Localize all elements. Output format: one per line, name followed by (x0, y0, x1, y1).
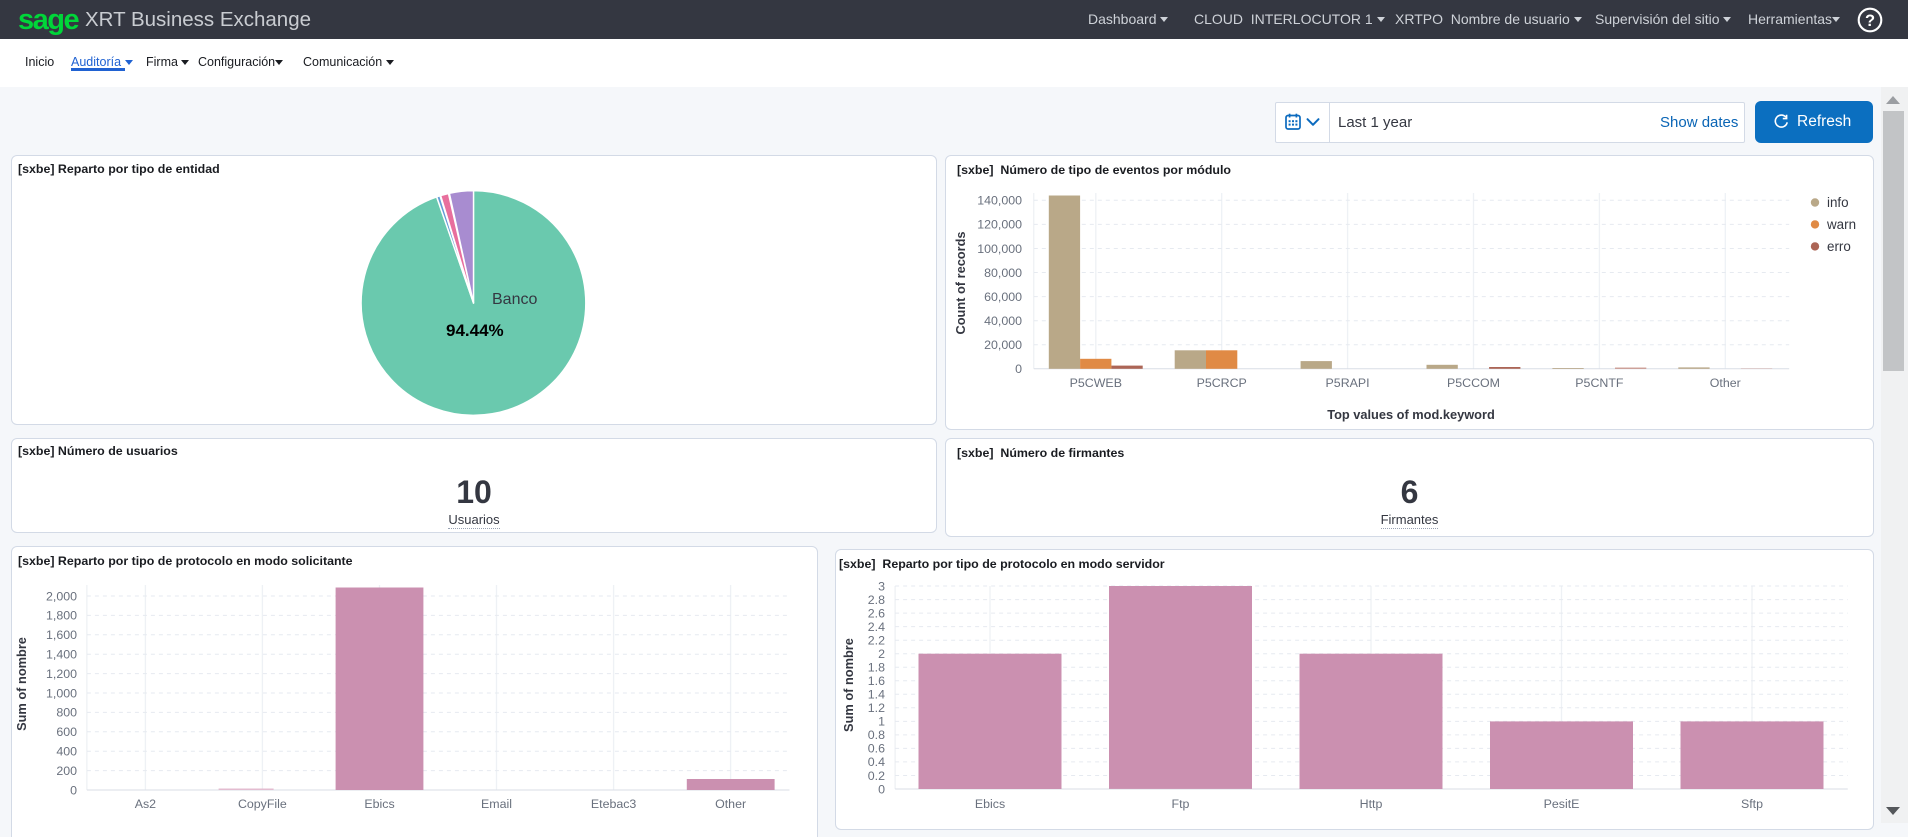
svg-text:140,000: 140,000 (977, 194, 1022, 208)
svg-text:2,000: 2,000 (46, 589, 77, 603)
svg-text:1.8: 1.8 (868, 661, 885, 675)
svg-text:1.4: 1.4 (868, 688, 885, 702)
svg-text:60,000: 60,000 (984, 290, 1022, 304)
svg-text:erro: erro (1827, 239, 1851, 254)
svg-text:2.8: 2.8 (868, 593, 885, 607)
svg-text:1: 1 (878, 715, 885, 729)
svg-text:As2: As2 (135, 797, 156, 811)
svg-text:1,200: 1,200 (46, 667, 77, 681)
svg-text:1,600: 1,600 (46, 628, 77, 642)
svg-text:2.4: 2.4 (868, 620, 885, 634)
svg-text:0.4: 0.4 (868, 755, 885, 769)
svg-text:1.6: 1.6 (868, 674, 885, 688)
svg-text:Ebics: Ebics (364, 797, 394, 811)
svg-text:PesitE: PesitE (1544, 797, 1580, 811)
svg-text:Http: Http (1360, 797, 1383, 811)
svg-text:Etebac3: Etebac3 (591, 797, 637, 811)
svg-text:0.2: 0.2 (868, 769, 885, 783)
svg-text:Count of records: Count of records (953, 231, 968, 334)
svg-text:200: 200 (56, 764, 77, 778)
svg-text:P5CCOM: P5CCOM (1447, 376, 1500, 390)
svg-text:Ebics: Ebics (975, 797, 1005, 811)
svg-text:0: 0 (70, 783, 77, 797)
svg-text:P5CWEB: P5CWEB (1070, 376, 1122, 390)
svg-text:P5CNTF: P5CNTF (1575, 376, 1624, 390)
svg-text:400: 400 (56, 745, 77, 759)
svg-text:Other: Other (715, 797, 746, 811)
svg-text:CopyFile: CopyFile (238, 797, 287, 811)
svg-text:0: 0 (878, 782, 885, 796)
svg-text:80,000: 80,000 (984, 266, 1022, 280)
svg-text:1,400: 1,400 (46, 648, 77, 662)
svg-text:2.2: 2.2 (868, 634, 885, 648)
svg-text:120,000: 120,000 (977, 218, 1022, 232)
svg-text:0.6: 0.6 (868, 742, 885, 756)
svg-text:94.44%: 94.44% (446, 321, 504, 340)
svg-text:warn: warn (1826, 217, 1856, 232)
svg-text:800: 800 (56, 706, 77, 720)
svg-text:2.6: 2.6 (868, 606, 885, 620)
svg-text:info: info (1827, 195, 1849, 210)
svg-text:1,800: 1,800 (46, 609, 77, 623)
svg-text:P5CRCP: P5CRCP (1197, 376, 1247, 390)
svg-text:Other: Other (1710, 376, 1741, 390)
svg-text:2: 2 (878, 647, 885, 661)
svg-text:Sum of nombre: Sum of nombre (841, 638, 856, 732)
svg-text:1,000: 1,000 (46, 686, 77, 700)
svg-text:0.8: 0.8 (868, 728, 885, 742)
svg-text:600: 600 (56, 725, 77, 739)
svg-text:Email: Email (481, 797, 512, 811)
svg-text:Sftp: Sftp (1741, 797, 1763, 811)
svg-text:40,000: 40,000 (984, 314, 1022, 328)
svg-text:P5RAPI: P5RAPI (1326, 376, 1370, 390)
svg-text:Top values of mod.keyword: Top values of mod.keyword (1327, 407, 1495, 422)
svg-text:3: 3 (878, 579, 885, 593)
svg-text:100,000: 100,000 (977, 242, 1022, 256)
svg-text:20,000: 20,000 (984, 338, 1022, 352)
svg-text:1.2: 1.2 (868, 701, 885, 715)
svg-text:Sum of nombre: Sum of nombre (14, 637, 29, 731)
svg-text:Ftp: Ftp (1172, 797, 1190, 811)
svg-text:0: 0 (1015, 362, 1022, 376)
svg-text:Banco: Banco (492, 291, 537, 308)
